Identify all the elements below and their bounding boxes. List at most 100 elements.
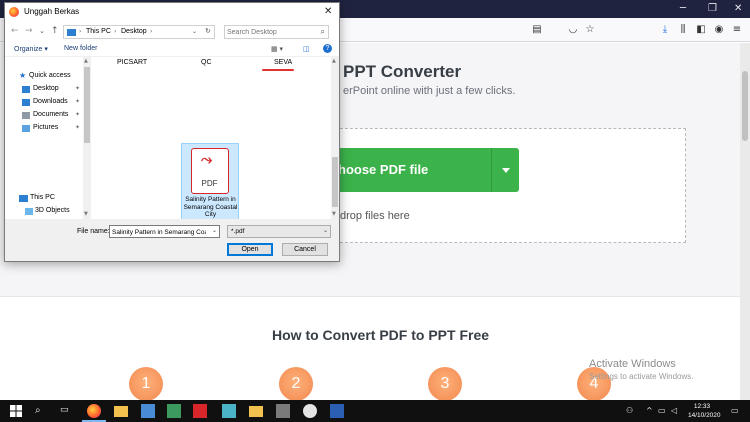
scroll-up-icon[interactable]: ▲ [332,58,336,64]
file-name-label: File name: [77,228,110,235]
selected-pdf-file[interactable]: ⤳ PDF Salinity Pattern in Semarang Coast… [181,143,239,219]
menu-icon[interactable]: ≡ [730,23,744,37]
chevron-up-icon[interactable]: ^ [646,406,653,415]
page-scrollbar-thumb[interactable] [742,71,748,141]
volume-icon[interactable]: ◁ [671,406,677,415]
chevron-down-icon[interactable] [502,168,510,173]
minimize-icon[interactable]: ─ [680,3,686,15]
star-icon[interactable]: ☆ [583,23,597,37]
nav-item-desktop[interactable]: Desktop [33,85,59,92]
search-icon[interactable]: ⌕ [35,405,41,416]
download-icon[interactable]: ⤓ [658,23,672,37]
search-icon: ⌕ [320,27,325,36]
folder-icon[interactable] [249,406,263,417]
forward-icon[interactable]: → [25,26,33,36]
choose-file-button[interactable]: hoose PDF file [330,148,519,192]
file-list-scrollbar[interactable]: ▲ ▼ [331,57,339,219]
nav-item-documents[interactable]: Documents [33,111,68,118]
reader-icon[interactable]: ▤ [530,23,544,37]
nav-item-this-pc[interactable]: This PC [30,194,55,201]
scroll-up-icon[interactable]: ▲ [84,58,88,64]
library-icon[interactable]: ⫼ [676,23,690,37]
chevron-down-icon[interactable]: ⌄ [212,227,217,234]
chevron-down-icon[interactable]: ⌄ [39,27,45,35]
firefox-logo-icon [9,7,19,17]
search-input[interactable] [227,27,315,38]
acrobat-icon[interactable] [193,404,207,418]
taskbar-clock[interactable]: 12:33 14/10/2020 [688,402,721,420]
screen: ─ ❐ ✕ ▤ ◡ ☆ ⤓ ⫼ ◧ ◉ ≡ PPT Converter erPo… [0,0,750,422]
dialog-toolbar: Organize ▾ New folder ▦ ▾ ◫ ? [5,41,339,57]
people-icon[interactable]: ⚇ [626,406,633,415]
file-type-value: *.pdf [231,228,245,235]
clock-time: 12:33 [693,403,711,410]
address-bar[interactable]: › This PC › Desktop › ⌄ ↻ [63,25,215,39]
windows-start-icon[interactable] [9,404,23,418]
maximize-icon[interactable]: ❐ [708,3,717,15]
navigation-pane-scrollbar[interactable]: ▲ ▼ [83,57,91,219]
close-icon[interactable]: ✕ [734,3,742,15]
breadcrumb-desktop[interactable]: Desktop [121,28,147,35]
network-app-icon[interactable] [141,404,155,418]
nav-item-downloads[interactable]: Downloads [33,98,68,105]
file-name-input[interactable] [112,227,206,237]
file-explorer-icon[interactable] [114,406,128,417]
folder-item-picsart[interactable]: PICSART [117,59,147,66]
file-list-scrollbar-thumb[interactable] [332,157,338,207]
word-icon[interactable] [330,404,344,418]
preview-pane-icon[interactable]: ◫ [303,45,310,53]
new-folder-button[interactable]: New folder [64,45,97,52]
scroll-down-icon[interactable]: ▼ [84,211,88,217]
spreadsheet-app-icon[interactable] [167,404,181,418]
view-options-icon[interactable]: ▦ ▾ [271,45,283,53]
help-icon[interactable]: ? [323,44,332,53]
page-scrollbar[interactable] [740,43,750,400]
choose-file-label: hoose PDF file [338,162,429,177]
back-icon[interactable]: ← [11,26,19,36]
star-icon: ★ [19,71,27,80]
file-open-dialog: Unggah Berkas ✕ ← → ⌄ ↑ › This PC › Desk… [4,2,340,262]
navigation-pane-scrollbar-thumb[interactable] [84,67,90,143]
search-box[interactable]: ⌕ [224,25,329,39]
photos-app-icon[interactable] [222,404,236,418]
folder-item-qc[interactable]: QC [201,59,212,66]
tools-app-icon[interactable] [276,404,290,418]
scroll-down-icon[interactable]: ▼ [332,211,336,217]
breadcrumb-this-pc[interactable]: This PC [86,28,111,35]
navigation-pane: ★ Quick access Desktop ✦ Downloads ✦ Doc… [5,57,91,219]
acrobat-symbol-icon: ⤳ [201,152,213,168]
firefox-taskbar-icon[interactable] [87,404,101,418]
pin-icon: ✦ [75,111,81,118]
nav-item-quick-access[interactable]: Quick access [29,72,71,79]
chevron-down-icon[interactable]: ⌄ [192,28,197,35]
account-icon[interactable]: ◉ [712,23,726,37]
hero-subtitle: erPoint online with just a few clicks. [343,85,516,97]
hero-title: PPT Converter [343,62,462,81]
app-icon[interactable] [303,404,317,418]
network-icon[interactable]: ▭ [658,406,666,415]
file-name-caption: Salinity Pattern in Semarang Coastal Cit… [183,196,238,218]
pocket-icon[interactable]: ◡ [566,23,580,37]
refresh-icon[interactable]: ↻ [205,27,211,35]
file-name-combobox[interactable]: ⌄ [109,225,220,238]
this-pc-icon [19,195,28,202]
folder-item-seva[interactable]: SEVA [274,59,292,66]
cancel-button[interactable]: Cancel [282,243,328,256]
open-button[interactable]: Open [227,243,273,256]
chevron-right-icon: › [114,28,117,35]
chevron-down-icon[interactable]: ⌄ [323,227,328,234]
pdf-file-icon: ⤳ PDF [191,148,229,194]
3d-objects-icon [25,208,33,215]
pin-icon: ✦ [75,124,81,131]
nav-item-3d-objects[interactable]: 3D Objects [35,207,70,214]
organize-button[interactable]: Organize ▾ [14,45,48,53]
step-badge: 1 [129,367,163,401]
drop-hint: drop files here [340,210,410,222]
close-icon[interactable]: ✕ [324,6,332,17]
sidebar-icon[interactable]: ◧ [694,23,708,37]
nav-item-pictures[interactable]: Pictures [33,124,58,131]
file-type-select[interactable]: *.pdf ⌄ [227,225,331,238]
up-icon[interactable]: ↑ [51,26,59,36]
task-view-icon[interactable]: ▭ [60,405,69,415]
notification-icon[interactable]: ▭ [731,406,739,415]
